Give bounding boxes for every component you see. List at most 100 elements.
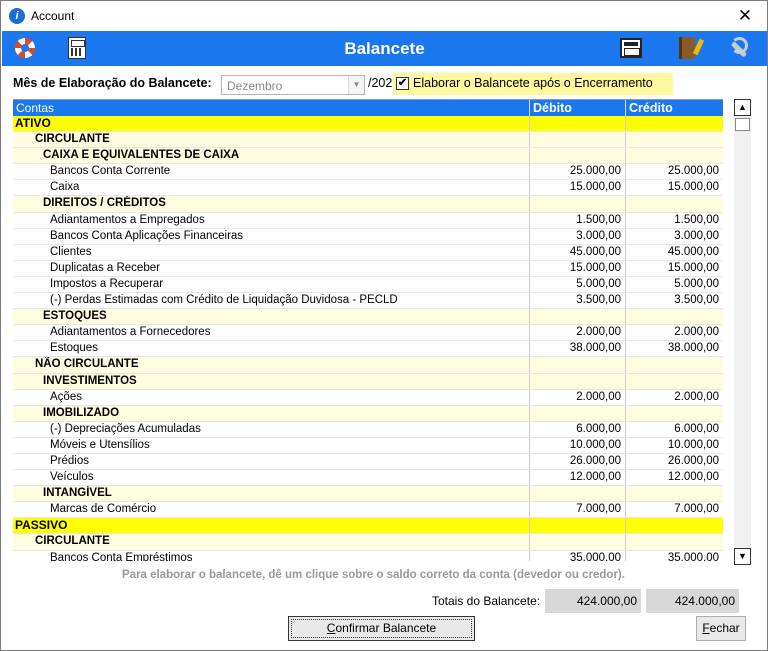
credit-cell[interactable] (625, 534, 723, 550)
column-header-contas[interactable]: Contas (13, 100, 529, 116)
table-row[interactable]: Bancos Conta Aplicações Financeiras 3.000… (13, 228, 723, 245)
table-row[interactable]: NÃO CIRCULANTE (13, 357, 723, 374)
debit-cell[interactable]: 25.000,00 (529, 164, 625, 180)
debit-cell[interactable] (529, 196, 625, 212)
debit-cell[interactable]: 1.500,00 (529, 212, 625, 228)
credit-cell[interactable] (625, 148, 723, 164)
table-row[interactable]: Ações 2.000,00 2.000,00 (13, 389, 723, 406)
credit-cell[interactable]: 5.000,00 (625, 276, 723, 293)
debit-cell[interactable]: 7.000,00 (529, 502, 625, 518)
credit-cell[interactable] (625, 116, 723, 132)
credit-cell[interactable]: 6.000,00 (625, 421, 723, 437)
debit-cell[interactable]: 2.000,00 (529, 389, 625, 405)
debit-cell[interactable]: 12.000,00 (529, 470, 625, 486)
vertical-scrollbar[interactable]: ▲ ▼ (734, 99, 751, 565)
debit-cell[interactable] (529, 148, 625, 164)
credit-cell[interactable]: 7.000,00 (625, 502, 723, 518)
column-header-credito[interactable]: Crédito (625, 100, 723, 116)
debit-cell[interactable] (529, 405, 625, 421)
table-row[interactable]: Impostos a Recuperar 5.000,00 5.000,00 (13, 276, 723, 294)
credit-cell[interactable]: 1.500,00 (625, 212, 723, 228)
debit-cell[interactable]: 45.000,00 (529, 244, 625, 260)
table-row[interactable]: INTANGÍVEL (13, 486, 723, 503)
table-row[interactable]: DIREITOS / CRÉDITOS (13, 196, 723, 213)
table-row[interactable]: Bancos Conta Corrente 25.000,00 25.000,00 (13, 164, 723, 181)
table-row[interactable]: Duplicatas a Receber 15.000,00 15.000,00 (13, 260, 723, 277)
table-row[interactable]: Móveis e Utensílios 10.000,00 10.000,00 (13, 437, 723, 454)
credit-cell[interactable]: 3.500,00 (625, 293, 723, 309)
debit-cell[interactable]: 15.000,00 (529, 260, 625, 276)
credit-cell[interactable] (625, 196, 723, 212)
debit-cell[interactable]: 2.000,00 (529, 325, 625, 341)
lifebuoy-icon[interactable] (10, 34, 40, 62)
credit-cell[interactable] (625, 518, 723, 534)
scroll-down-icon[interactable]: ▼ (734, 548, 751, 565)
table-row[interactable]: Clientes 45.000,00 45.000,00 (13, 244, 723, 261)
debit-cell[interactable] (529, 534, 625, 550)
table-row[interactable]: Estoques 38.000,00 38.000,00 (13, 341, 723, 358)
table-row[interactable]: Marcas de Comércio 7.000,00 7.000,00 (13, 502, 723, 519)
chevron-down-icon[interactable]: ▼ (348, 76, 364, 94)
table-row[interactable]: CAIXA E EQUIVALENTES DE CAIXA (13, 148, 723, 165)
credit-cell[interactable]: 38.000,00 (625, 341, 723, 357)
report-icon[interactable] (616, 34, 646, 62)
credit-cell[interactable] (625, 405, 723, 421)
table-row[interactable]: PASSIVO (13, 518, 723, 535)
credit-cell[interactable]: 12.000,00 (625, 470, 723, 486)
table-row[interactable]: ESTOQUES (13, 309, 723, 326)
table-row[interactable]: IMOBILIZADO (13, 405, 723, 422)
debit-cell[interactable]: 3.500,00 (529, 293, 625, 309)
month-select[interactable]: Dezembro ▼ (221, 75, 365, 95)
debit-cell[interactable] (529, 116, 625, 132)
close-button[interactable]: Fechar (696, 616, 746, 641)
credit-cell[interactable] (625, 486, 723, 502)
table-row[interactable]: INVESTIMENTOS (13, 373, 723, 390)
debit-cell[interactable]: 10.000,00 (529, 437, 625, 453)
credit-cell[interactable]: 26.000,00 (625, 453, 723, 470)
table-row[interactable]: Adiantamentos a Empregados 1.500,00 1.500,… (13, 212, 723, 229)
credit-cell[interactable] (625, 373, 723, 389)
credit-cell[interactable]: 10.000,00 (625, 437, 723, 453)
table-row[interactable]: Caixa 15.000,00 15.000,00 (13, 180, 723, 197)
table-row[interactable]: ATIVO (13, 116, 723, 133)
debit-cell[interactable]: 3.000,00 (529, 228, 625, 244)
after-closing-checkbox[interactable]: ✔ (396, 77, 409, 90)
debit-cell[interactable] (529, 486, 625, 502)
table-row[interactable]: CIRCULANTE (13, 132, 723, 149)
debit-cell[interactable] (529, 357, 625, 373)
wrench-icon[interactable] (717, 34, 748, 62)
scroll-thumb[interactable] (735, 118, 750, 131)
debit-cell[interactable]: 15.000,00 (529, 180, 625, 196)
debit-cell[interactable] (529, 518, 625, 534)
scroll-up-icon[interactable]: ▲ (734, 99, 751, 116)
credit-cell[interactable]: 2.000,00 (625, 389, 723, 405)
credit-cell[interactable] (625, 132, 723, 148)
debit-cell[interactable]: 6.000,00 (529, 421, 625, 437)
debit-cell[interactable]: 35.000,00 (529, 550, 625, 561)
credit-cell[interactable]: 45.000,00 (625, 244, 723, 260)
debit-cell[interactable] (529, 309, 625, 325)
after-closing-option[interactable]: ✔ Elaborar o Balancete após o Encerramen… (393, 73, 673, 95)
table-row[interactable]: Prédios 26.000,00 26.000,00 (13, 453, 723, 471)
debit-cell[interactable]: 26.000,00 (529, 453, 625, 470)
table-row[interactable]: (-) Perdas Estimadas com Crédito de Liqu… (13, 293, 723, 310)
credit-cell[interactable]: 15.000,00 (625, 260, 723, 276)
credit-cell[interactable]: 3.000,00 (625, 228, 723, 244)
confirm-balance-button[interactable]: Confirmar Balancete (288, 616, 475, 641)
table-row[interactable]: Adiantamentos a Fornecedores 2.000,00 2.00… (13, 325, 723, 342)
table-row[interactable]: Veículos 12.000,00 12.000,00 (13, 470, 723, 487)
notebook-icon[interactable] (672, 34, 702, 62)
table-row[interactable]: Bancos Conta Empréstimos 35.000,00 35.000,… (13, 550, 723, 561)
credit-cell[interactable]: 15.000,00 (625, 180, 723, 196)
debit-cell[interactable] (529, 373, 625, 389)
table-row[interactable]: (-) Depreciações Acumuladas 6.000,00 6.000… (13, 421, 723, 438)
debit-cell[interactable]: 5.000,00 (529, 276, 625, 293)
close-window-button[interactable]: ✕ (723, 1, 767, 31)
credit-cell[interactable] (625, 309, 723, 325)
calculator-icon[interactable] (62, 34, 92, 62)
debit-cell[interactable]: 38.000,00 (529, 341, 625, 357)
credit-cell[interactable]: 2.000,00 (625, 325, 723, 341)
credit-cell[interactable]: 25.000,00 (625, 164, 723, 180)
debit-cell[interactable] (529, 132, 625, 148)
credit-cell[interactable] (625, 357, 723, 373)
